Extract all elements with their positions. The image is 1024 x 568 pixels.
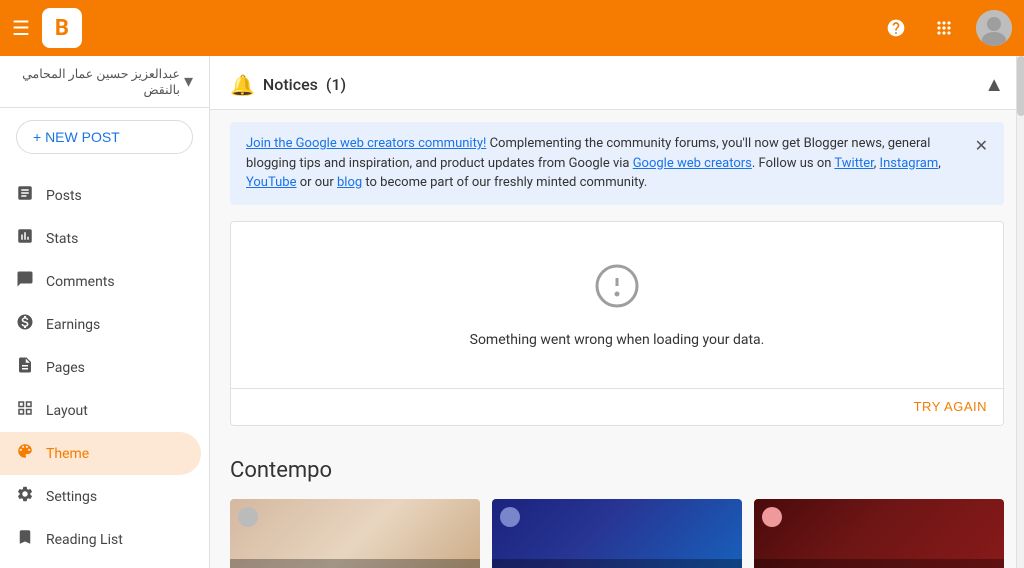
theme-icon xyxy=(16,442,34,465)
error-content: Something went wrong when loading your d… xyxy=(231,222,1003,388)
scrollbar-thumb[interactable] xyxy=(1017,56,1024,116)
sidebar-item-reading-list[interactable]: Reading List xyxy=(0,518,201,561)
sidebar-item-comments[interactable]: Comments xyxy=(0,260,201,303)
help-icon[interactable] xyxy=(880,12,912,44)
scrollbar-track[interactable] xyxy=(1016,56,1024,568)
theme-card-avatar-3 xyxy=(762,507,782,527)
web-creators-link[interactable]: Google web creators xyxy=(633,156,752,171)
sidebar-item-layout-label: Layout xyxy=(46,403,88,419)
instagram-link[interactable]: Instagram xyxy=(880,156,939,171)
theme-card-1[interactable]: Here and There xyxy=(230,499,480,568)
blog-selector[interactable]: عبدالعزيز حسين عمار المحامي بالنقض ▾ xyxy=(0,56,209,108)
new-post-button[interactable]: + NEW POST xyxy=(16,120,193,154)
sidebar-item-comments-label: Comments xyxy=(46,274,115,290)
theme-card-3[interactable]: Here and There xyxy=(754,499,1004,568)
sidebar-item-pages[interactable]: Pages xyxy=(0,346,201,389)
sidebar-item-settings[interactable]: Settings xyxy=(0,475,201,518)
bell-icon: 🔔 xyxy=(230,73,255,97)
sidebar-item-earnings[interactable]: Earnings xyxy=(0,303,201,346)
theme-card-overlay-1: Here and There xyxy=(230,559,480,568)
error-icon xyxy=(593,262,641,320)
notices-label: Notices xyxy=(263,75,318,94)
hamburger-icon[interactable]: ☰ xyxy=(12,16,30,40)
theme-card-2[interactable]: Here and There xyxy=(492,499,742,568)
sidebar-item-reading-list-label: Reading List xyxy=(46,532,123,548)
blog-selector-arrow: ▾ xyxy=(184,71,193,92)
reading-list-icon xyxy=(16,528,34,551)
notices-collapse-icon[interactable]: ▲ xyxy=(984,72,1004,97)
sidebar-item-view-blog[interactable]: View blog xyxy=(0,561,201,568)
sidebar-item-stats-label: Stats xyxy=(46,231,78,247)
blogger-logo: B xyxy=(42,8,82,48)
theme-card-avatar-2 xyxy=(500,507,520,527)
notices-count: (1) xyxy=(326,75,346,94)
sidebar-item-theme-label: Theme xyxy=(46,446,89,462)
youtube-link[interactable]: YouTube xyxy=(246,175,297,190)
theme-card-overlay-2: Here and There xyxy=(492,559,742,568)
user-avatar[interactable] xyxy=(976,10,1012,46)
notice-banner: Join the Google web creators community! … xyxy=(230,122,1004,205)
blog-link[interactable]: blog xyxy=(337,175,362,190)
main-layout: عبدالعزيز حسين عمار المحامي بالنقض ▾ + N… xyxy=(0,56,1024,568)
twitter-link[interactable]: Twitter xyxy=(834,156,873,171)
sidebar: عبدالعزيز حسين عمار المحامي بالنقض ▾ + N… xyxy=(0,56,210,568)
theme-card-overlay-3: Here and There xyxy=(754,559,1004,568)
notice-close-icon[interactable]: ✕ xyxy=(975,134,988,158)
sidebar-item-settings-label: Settings xyxy=(46,489,97,505)
themes-section: Contempo Here and There Here and There xyxy=(210,442,1024,568)
notices-title: 🔔 Notices (1) xyxy=(230,73,346,97)
theme-card-avatar-1 xyxy=(238,507,258,527)
sidebar-item-posts[interactable]: Posts xyxy=(0,174,201,217)
pages-icon xyxy=(16,356,34,379)
sidebar-item-layout[interactable]: Layout xyxy=(0,389,201,432)
sidebar-item-earnings-label: Earnings xyxy=(46,317,100,333)
error-card: Something went wrong when loading your d… xyxy=(230,221,1004,426)
sidebar-item-stats[interactable]: Stats xyxy=(0,217,201,260)
layout-icon xyxy=(16,399,34,422)
themes-grid: Here and There Here and There xyxy=(230,499,1004,568)
themes-section-title: Contempo xyxy=(230,458,1004,483)
try-again-button[interactable]: TRY AGAIN xyxy=(914,399,987,414)
posts-icon xyxy=(16,184,34,207)
comments-icon xyxy=(16,270,34,293)
error-footer: TRY AGAIN xyxy=(231,388,1003,425)
apps-icon[interactable] xyxy=(928,12,960,44)
blog-name: عبدالعزيز حسين عمار المحامي بالنقض xyxy=(16,66,180,98)
notice-banner-text: Join the Google web creators community! … xyxy=(246,134,967,193)
sidebar-item-pages-label: Pages xyxy=(46,360,85,376)
error-message: Something went wrong when loading your d… xyxy=(470,332,765,348)
sidebar-item-theme[interactable]: Theme xyxy=(0,432,201,475)
sidebar-item-posts-label: Posts xyxy=(46,188,82,204)
settings-icon xyxy=(16,485,34,508)
topbar-actions xyxy=(880,10,1012,46)
earnings-icon xyxy=(16,313,34,336)
content-area: 🔔 Notices (1) ▲ Join the Google web crea… xyxy=(210,56,1024,568)
topbar: ☰ B xyxy=(0,0,1024,56)
stats-icon xyxy=(16,227,34,250)
notices-header: 🔔 Notices (1) ▲ xyxy=(210,56,1024,110)
community-link[interactable]: Join the Google web creators community! xyxy=(246,136,486,151)
